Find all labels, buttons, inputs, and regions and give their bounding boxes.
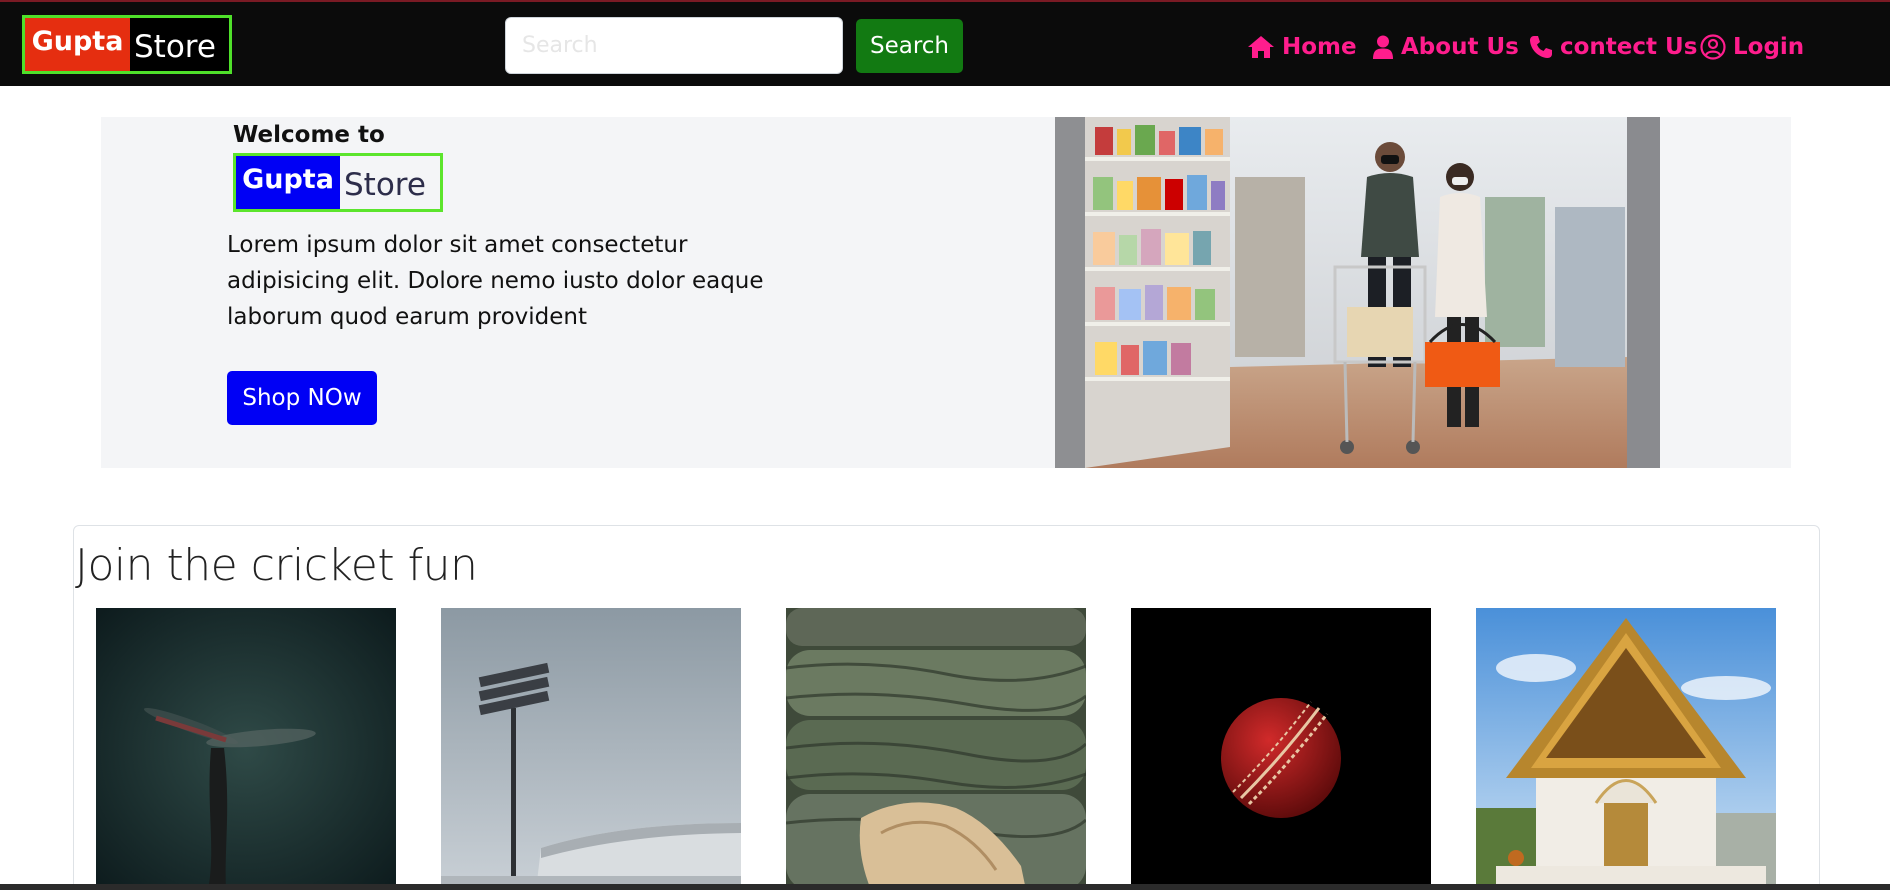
phone-icon	[1530, 36, 1552, 58]
brand-rest: Store	[134, 28, 216, 65]
thumbnail-cricket-ball[interactable]	[1131, 608, 1431, 890]
thumbnail-dragonfly[interactable]	[96, 608, 396, 890]
search-input[interactable]	[505, 17, 843, 74]
hero-brand-highlight: Gupta	[236, 156, 340, 209]
bottom-edge	[0, 884, 1890, 890]
section-title: Join the cricket fun	[75, 540, 478, 591]
nav-contact-link[interactable]: contect Us	[1529, 27, 1697, 67]
nav-about-link[interactable]: About Us	[1372, 27, 1519, 67]
brand-highlight: Gupta	[25, 18, 130, 71]
user-circle-icon	[1700, 34, 1726, 60]
hero-image	[1055, 117, 1660, 468]
user-icon	[1373, 35, 1393, 59]
hero-brand-rest: Store	[344, 166, 426, 203]
nav-about-label: About Us	[1401, 34, 1519, 60]
shop-now-button[interactable]: Shop NOw	[227, 371, 377, 425]
nav-login-link[interactable]: Login	[1700, 27, 1804, 67]
nav-login-label: Login	[1733, 34, 1805, 60]
search-button[interactable]: Search	[856, 19, 963, 73]
hero-description: Lorem ipsum dolor sit amet consectetur a…	[227, 232, 764, 330]
navbar: Gupta Store Search Home About Us contect…	[0, 0, 1890, 86]
thumbnail-temple[interactable]	[1476, 608, 1776, 890]
nav-home-link[interactable]: Home	[1247, 27, 1357, 67]
nav-home-label: Home	[1282, 34, 1357, 60]
hero-welcome: Welcome to	[233, 122, 385, 148]
nav-contact-label: contect Us	[1560, 34, 1698, 60]
thumbnail-logs[interactable]	[786, 608, 1086, 890]
hero-brand-logo: Gupta Store	[233, 153, 443, 212]
home-icon	[1248, 36, 1274, 58]
brand-logo[interactable]: Gupta Store	[22, 15, 232, 74]
thumbnail-stadium[interactable]	[441, 608, 741, 890]
